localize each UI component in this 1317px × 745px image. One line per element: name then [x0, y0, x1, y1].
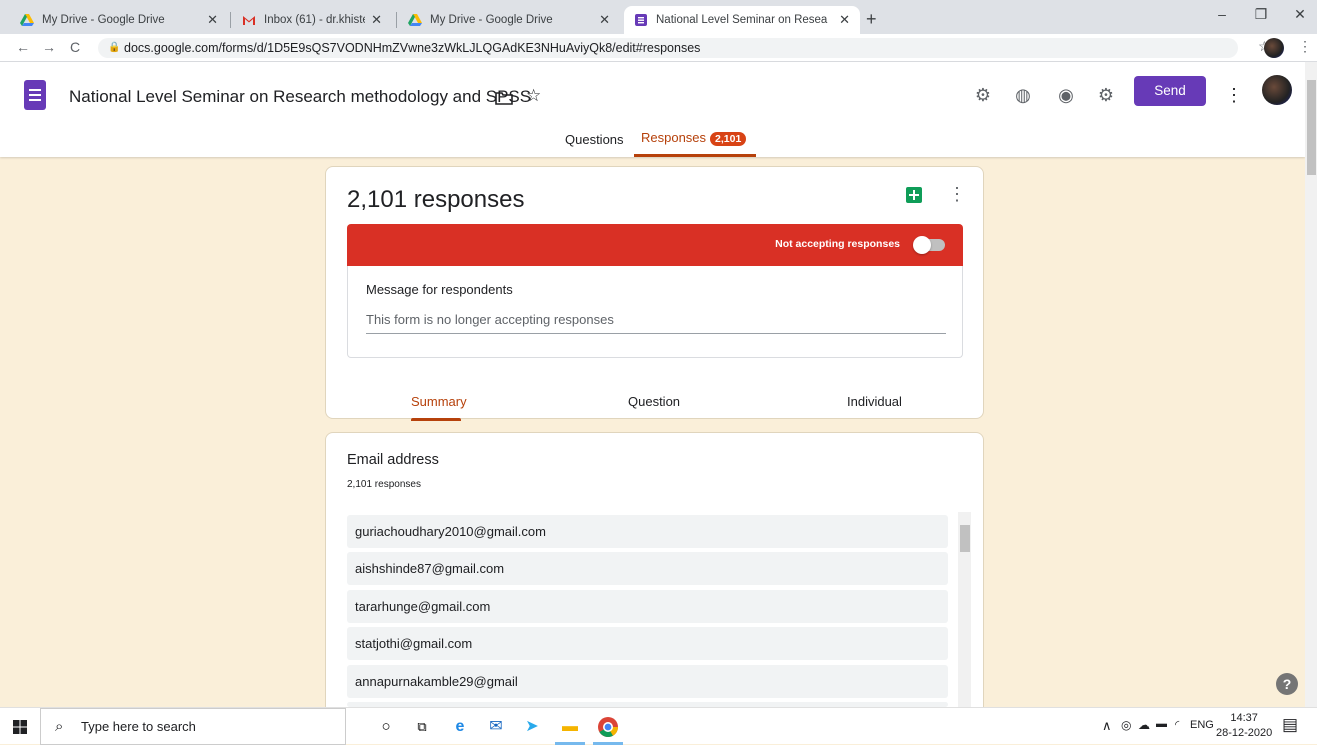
cloud-tray-icon[interactable]: ☁: [1138, 718, 1150, 732]
more-options-icon[interactable]: ⋮: [1222, 83, 1246, 107]
tab-separator: [230, 12, 231, 28]
url-text: docs.google.com/forms/d/1D5E9sQS7VODNHmZ…: [124, 41, 701, 55]
tab-title: Inbox (61) - dr.khisteob@gmail.c: [264, 14, 366, 26]
browser-menu-icon[interactable]: ⋮: [1298, 38, 1312, 55]
question-title: Email address: [347, 452, 439, 468]
send-button[interactable]: Send: [1134, 76, 1206, 106]
addons-puzzle-icon[interactable]: ⚙: [971, 83, 995, 107]
url-field[interactable]: 🔒 docs.google.com/forms/d/1D5E9sQS7VODNH…: [98, 38, 1238, 58]
message-label: Message for respondents: [366, 282, 513, 297]
page-scrollbar-thumb[interactable]: [1307, 80, 1316, 175]
google-drive-icon: [20, 14, 34, 26]
tab-question[interactable]: Question: [628, 394, 680, 409]
more-vert-icon[interactable]: ⋮: [948, 184, 966, 205]
respondent-message-box: Message for respondents This form is no …: [347, 266, 963, 358]
task-view-icon[interactable]: ⧉: [410, 715, 434, 739]
tab-title: My Drive - Google Drive: [430, 14, 553, 26]
list-item: tararhunge@gmail.com: [347, 590, 948, 623]
mail-app-icon[interactable]: ✉: [484, 715, 508, 739]
close-tab-icon[interactable]: ✕: [599, 12, 610, 28]
tab-title: National Level Seminar on Resea: [656, 14, 828, 26]
taskbar-search-box[interactable]: ⌕ Type here to search: [40, 708, 346, 745]
chevron-up-icon[interactable]: ∧: [1102, 718, 1112, 734]
list-item: statjothi@gmail.com: [347, 627, 948, 660]
new-tab-button[interactable]: +: [866, 9, 877, 30]
forms-header: National Level Seminar on Research metho…: [0, 62, 1305, 157]
responses-count-heading: 2,101 responses: [347, 186, 525, 213]
google-sheets-icon[interactable]: [906, 187, 922, 203]
tab-individual[interactable]: Individual: [847, 394, 902, 409]
list-scrollbar-thumb[interactable]: [960, 525, 970, 552]
browser-tab[interactable]: My Drive - Google Drive ✕: [10, 6, 228, 34]
network-tray-icon[interactable]: ◎: [1121, 718, 1131, 732]
minimize-button[interactable]: –: [1206, 6, 1238, 22]
system-clock[interactable]: 14:37 28-12-2020: [1216, 711, 1272, 741]
star-icon[interactable]: ☆: [526, 86, 541, 106]
accepting-responses-bar: Not accepting responses: [347, 224, 963, 266]
language-indicator[interactable]: ENG: [1190, 719, 1214, 731]
accepting-status-label: Not accepting responses: [775, 238, 900, 250]
question-response-count: 2,101 responses: [347, 479, 421, 490]
browser-tab-strip: My Drive - Google Drive ✕ Inbox (61) - d…: [0, 0, 1317, 34]
list-item: guriachoudhary2010@gmail.com: [347, 515, 948, 548]
clock-time: 14:37: [1230, 712, 1258, 724]
close-tab-icon[interactable]: ✕: [839, 12, 850, 28]
windows-start-icon[interactable]: [13, 720, 27, 734]
windows-taskbar: ⌕ Type here to search ○ ⧉ e ✉ ➤ ▬ ∧ ◎ ☁ …: [0, 707, 1317, 745]
tab-questions[interactable]: Questions: [565, 132, 624, 147]
google-drive-icon: [408, 14, 422, 26]
forward-arrow-icon[interactable]: →: [42, 39, 56, 55]
clock-date: 28-12-2020: [1216, 727, 1273, 739]
browser-tab[interactable]: My Drive - Google Drive ✕: [398, 6, 620, 34]
tab-separator: [396, 12, 397, 28]
tab-responses-label: Responses: [641, 130, 707, 145]
tab-responses[interactable]: Responses 2,101: [641, 130, 747, 146]
close-tab-icon[interactable]: ✕: [371, 12, 382, 28]
list-item: annapurnakamble29@gmail: [347, 665, 948, 698]
back-arrow-icon[interactable]: ←: [16, 39, 30, 55]
active-tab-underline: [634, 154, 756, 157]
lock-icon: 🔒: [108, 42, 121, 53]
reload-icon[interactable]: C: [70, 39, 80, 55]
browser-tab-active[interactable]: National Level Seminar on Resea ✕: [624, 6, 860, 34]
search-icon: ⌕: [55, 718, 64, 735]
settings-gear-icon[interactable]: ⚙: [1094, 83, 1118, 107]
google-forms-icon: [635, 14, 647, 26]
profile-avatar[interactable]: [1264, 38, 1284, 58]
browser-tab[interactable]: Inbox (61) - dr.khisteob@gmail.c ✕: [232, 6, 392, 34]
wifi-icon[interactable]: ◜: [1175, 718, 1179, 731]
edge-browser-icon[interactable]: e: [448, 715, 472, 739]
list-item: aishshinde87@gmail.com: [347, 552, 948, 585]
tab-title: My Drive - Google Drive: [42, 14, 165, 26]
search-placeholder: Type here to search: [81, 719, 196, 734]
responses-count-badge: 2,101: [710, 132, 747, 146]
battery-icon[interactable]: ▬: [1156, 718, 1167, 730]
telegram-icon[interactable]: ➤: [520, 715, 544, 739]
google-forms-logo-icon[interactable]: [24, 80, 46, 110]
help-button[interactable]: ?: [1276, 673, 1298, 695]
palette-icon[interactable]: ◍: [1011, 83, 1035, 107]
summary-tab-underline: [411, 418, 461, 421]
cortana-icon[interactable]: ○: [374, 715, 398, 739]
address-bar-row: ← → C 🔒 docs.google.com/forms/d/1D5E9sQS…: [0, 34, 1317, 62]
tab-summary[interactable]: Summary: [411, 394, 467, 409]
account-avatar[interactable]: [1262, 75, 1292, 105]
close-tab-icon[interactable]: ✕: [207, 12, 218, 28]
preview-eye-icon[interactable]: ◉: [1054, 83, 1078, 107]
restore-button[interactable]: ❐: [1245, 6, 1277, 23]
gmail-icon: [243, 16, 255, 25]
message-input[interactable]: This form is no longer accepting respons…: [366, 312, 946, 334]
accepting-responses-toggle[interactable]: [913, 236, 945, 254]
chrome-icon[interactable]: [596, 715, 620, 739]
file-explorer-icon[interactable]: ▬: [558, 715, 582, 739]
notification-icon[interactable]: ▤: [1282, 715, 1298, 735]
close-window-button[interactable]: ✕: [1284, 6, 1316, 23]
folder-icon[interactable]: [495, 91, 513, 105]
form-title[interactable]: National Level Seminar on Research metho…: [69, 87, 531, 107]
